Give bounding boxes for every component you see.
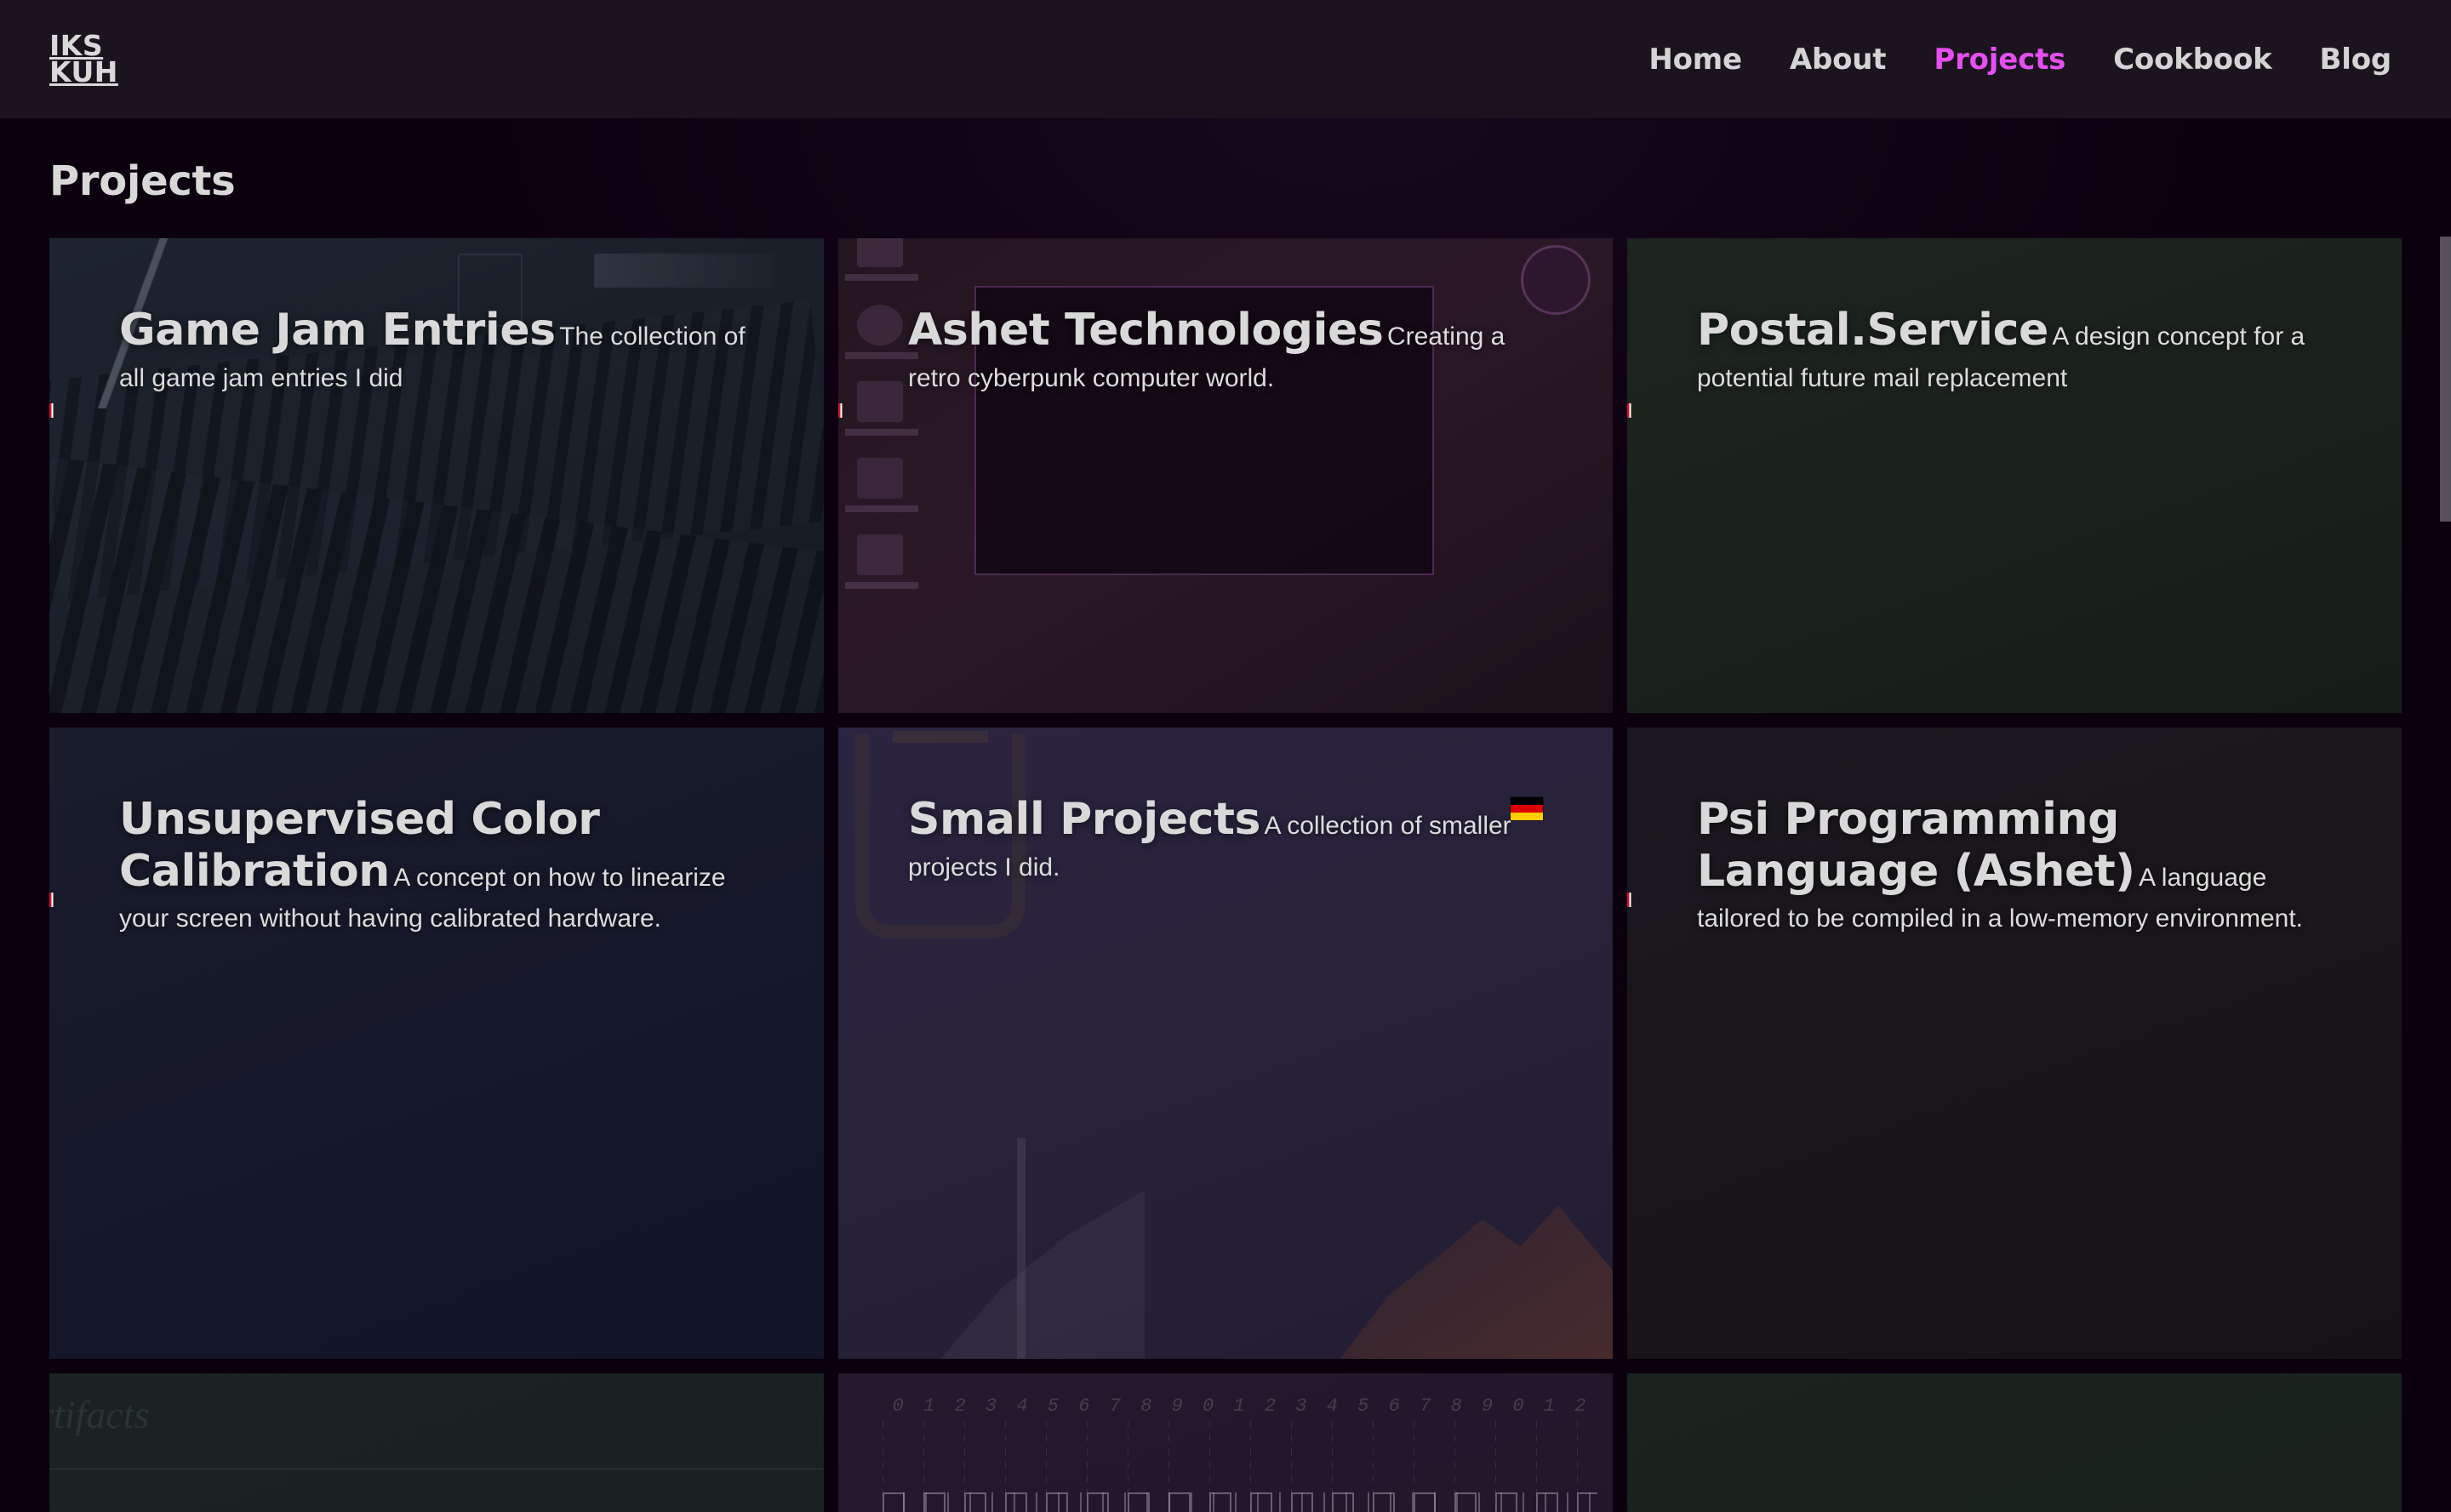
project-card-waveform[interactable]: 01234567 89012345 6789012 CLK waveform	[838, 1373, 1613, 1512]
project-card-livedecode[interactable]: livedecode	[1627, 1373, 2402, 1512]
language-flag-de-icon	[1511, 797, 1543, 820]
project-card-psi-programming-language[interactable]: Psi Programming Language (Ashet) A langu…	[1627, 727, 2402, 1359]
nav-item-about[interactable]: About	[1790, 43, 1887, 77]
logo-line-2: KUH	[49, 54, 118, 88]
project-title: Postal.Service	[1697, 305, 2048, 356]
page-title: Projects	[49, 157, 236, 205]
nav-item-home[interactable]: Home	[1648, 43, 1742, 77]
card-artwork-plain	[1627, 1373, 2402, 1512]
project-card-zartbitter[interactable]: er Artifacts Name Description Zartbitter	[49, 1373, 824, 1512]
nav-item-cookbook[interactable]: Cookbook	[2113, 43, 2272, 77]
project-card-small-projects[interactable]: Small Projects A collection of smaller p…	[838, 727, 1613, 1359]
nav-item-projects[interactable]: Projects	[1934, 43, 2065, 77]
site-header: IKS KUH Home About Projects Cookbook Blo…	[0, 0, 2451, 118]
project-card-postal-service[interactable]: Postal.Service A design concept for a po…	[1627, 238, 2402, 713]
main-navigation: Home About Projects Cookbook Blog	[1648, 43, 2398, 77]
project-title: Ashet Technologies	[908, 305, 1384, 356]
card-artwork-timing-diagram: 01234567 89012345 6789012 CLK	[838, 1373, 1613, 1512]
page-scrollbar-track[interactable]	[2440, 237, 2451, 1512]
page-body: Projects Game Jam Entries The collection…	[0, 118, 2451, 1512]
project-title: Small Projects	[908, 794, 1261, 845]
project-card-unsupervised-color-calibration[interactable]: Unsupervised Color Calibration A concept…	[49, 727, 824, 1359]
project-title: Game Jam Entries	[119, 305, 556, 356]
project-card-game-jam-entries[interactable]: Game Jam Entries The collection of all g…	[49, 238, 824, 713]
card-art-heading: er Artifacts	[49, 1393, 150, 1436]
project-title: Psi Programming Language (Ashet)	[1697, 794, 2135, 897]
site-logo[interactable]: IKS KUH	[49, 31, 118, 88]
nav-item-blog[interactable]: Blog	[2320, 43, 2392, 77]
page-scrollbar-thumb[interactable]	[2440, 237, 2451, 522]
projects-grid: Game Jam Entries The collection of all g…	[49, 238, 2402, 1512]
waveform-ruler: 01234567 89012345 6789012	[892, 1395, 1586, 1417]
card-artwork-table: er Artifacts Name Description	[49, 1373, 824, 1512]
project-card-ashet-technologies[interactable]: Ashet Technologies Creating a retro cybe…	[838, 238, 1613, 713]
